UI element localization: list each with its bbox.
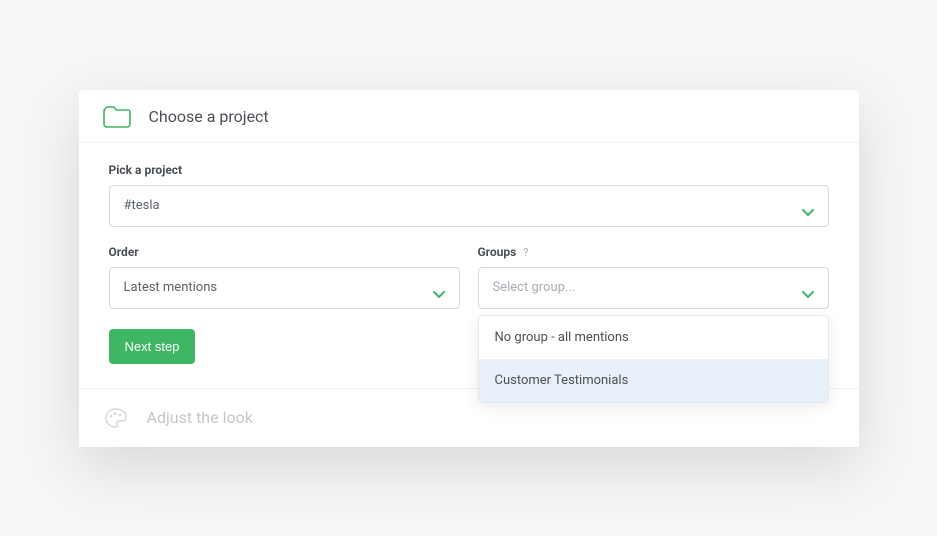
- order-label: Order: [109, 245, 460, 259]
- groups-dropdown-menu: No group - all mentions Customer Testimo…: [478, 315, 829, 403]
- chevron-down-icon: [802, 202, 814, 210]
- folder-icon: [103, 106, 131, 128]
- order-field: Order Latest mentions: [109, 245, 460, 309]
- project-select-value: #tesla: [124, 198, 160, 213]
- groups-label: Groups ?: [478, 245, 829, 259]
- chevron-down-icon: [802, 284, 814, 292]
- next-step-button[interactable]: Next step: [109, 329, 196, 364]
- groups-label-text: Groups: [478, 245, 517, 259]
- palette-icon: [103, 407, 129, 429]
- chevron-down-icon: [433, 284, 445, 292]
- project-select[interactable]: #tesla: [109, 185, 829, 227]
- step-choose-project-body: Pick a project #tesla Order Latest menti…: [79, 143, 859, 388]
- order-select-value: Latest mentions: [124, 280, 218, 295]
- order-groups-row: Order Latest mentions Groups ? Select gr…: [109, 245, 829, 309]
- step-choose-project-header: Choose a project: [79, 90, 859, 143]
- groups-field: Groups ? Select group... No group - all …: [478, 245, 829, 309]
- project-field: Pick a project #tesla: [109, 163, 829, 227]
- wizard-card: Choose a project Pick a project #tesla O…: [79, 90, 859, 447]
- groups-option-customer-testimonials[interactable]: Customer Testimonials: [479, 359, 828, 402]
- order-select[interactable]: Latest mentions: [109, 267, 460, 309]
- groups-select[interactable]: Select group...: [478, 267, 829, 309]
- step-title: Choose a project: [149, 107, 269, 126]
- help-icon[interactable]: ?: [523, 246, 528, 259]
- groups-select-placeholder: Select group...: [493, 280, 576, 295]
- groups-option-no-group[interactable]: No group - all mentions: [479, 316, 828, 359]
- step-title-inactive: Adjust the look: [147, 408, 253, 427]
- project-label: Pick a project: [109, 163, 829, 177]
